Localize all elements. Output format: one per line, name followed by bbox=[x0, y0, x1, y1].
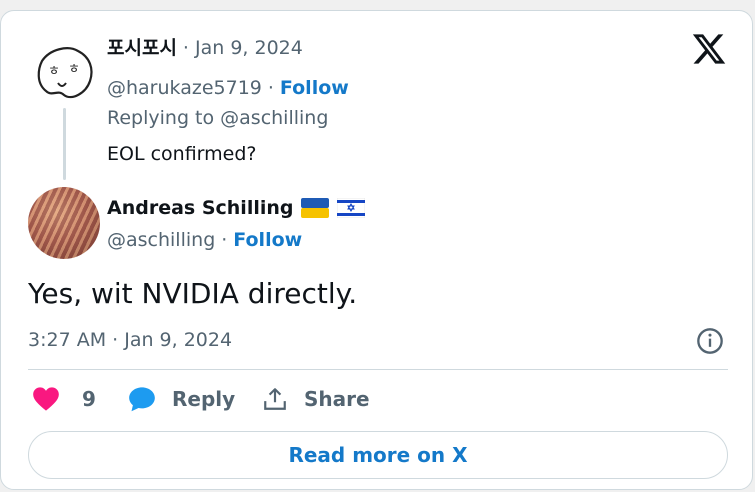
tweet-embed-card: ㅎ ㅎ 포시포시 · Jan 9, 2024 @harukaze5719 · F… bbox=[0, 10, 753, 490]
reply-author-name[interactable]: 포시포시 bbox=[107, 33, 177, 60]
reply-bubble-icon bbox=[129, 387, 155, 412]
thread-line bbox=[63, 108, 66, 180]
tweet-timestamp[interactable]: 3:27 AM · Jan 9, 2024 bbox=[28, 329, 232, 351]
reply-tweet-text: EOL confirmed? bbox=[107, 143, 257, 165]
ukraine-flag-icon bbox=[301, 198, 330, 218]
separator-dot: · bbox=[221, 229, 228, 251]
main-author-handle[interactable]: @aschilling bbox=[107, 229, 215, 251]
replying-to-label: Replying to @aschilling bbox=[107, 107, 329, 129]
heart-icon bbox=[33, 387, 59, 411]
share-icon bbox=[264, 388, 286, 410]
israel-flag-icon bbox=[337, 198, 366, 218]
like-count: 9 bbox=[82, 387, 96, 411]
follow-aschilling-button[interactable]: Follow bbox=[233, 229, 302, 251]
divider bbox=[28, 369, 728, 370]
harukaze-avatar[interactable]: ㅎ ㅎ bbox=[28, 39, 100, 111]
svg-text:ㅎ: ㅎ bbox=[68, 62, 80, 77]
follow-harukaze-button[interactable]: Follow bbox=[280, 77, 349, 99]
reply-button[interactable]: Reply bbox=[128, 377, 235, 421]
share-label: Share bbox=[304, 387, 370, 411]
like-button[interactable]: 9 bbox=[32, 377, 96, 421]
share-button[interactable]: Share bbox=[262, 377, 370, 421]
main-author-name[interactable]: Andreas Schilling bbox=[107, 197, 293, 219]
read-more-label: Read more on X bbox=[288, 443, 468, 467]
info-icon[interactable] bbox=[696, 327, 724, 355]
svg-text:ㅎ: ㅎ bbox=[48, 64, 60, 79]
reply-date[interactable]: · Jan 9, 2024 bbox=[183, 37, 303, 59]
aschilling-avatar[interactable] bbox=[28, 187, 100, 259]
separator-dot: · bbox=[267, 77, 274, 99]
reply-author-handle[interactable]: @harukaze5719 bbox=[107, 77, 262, 99]
read-more-button[interactable]: Read more on X bbox=[28, 431, 728, 479]
reply-label: Reply bbox=[172, 387, 236, 411]
x-logo-icon[interactable] bbox=[691, 31, 727, 67]
main-tweet-text: Yes, wit NVIDIA directly. bbox=[28, 277, 358, 310]
